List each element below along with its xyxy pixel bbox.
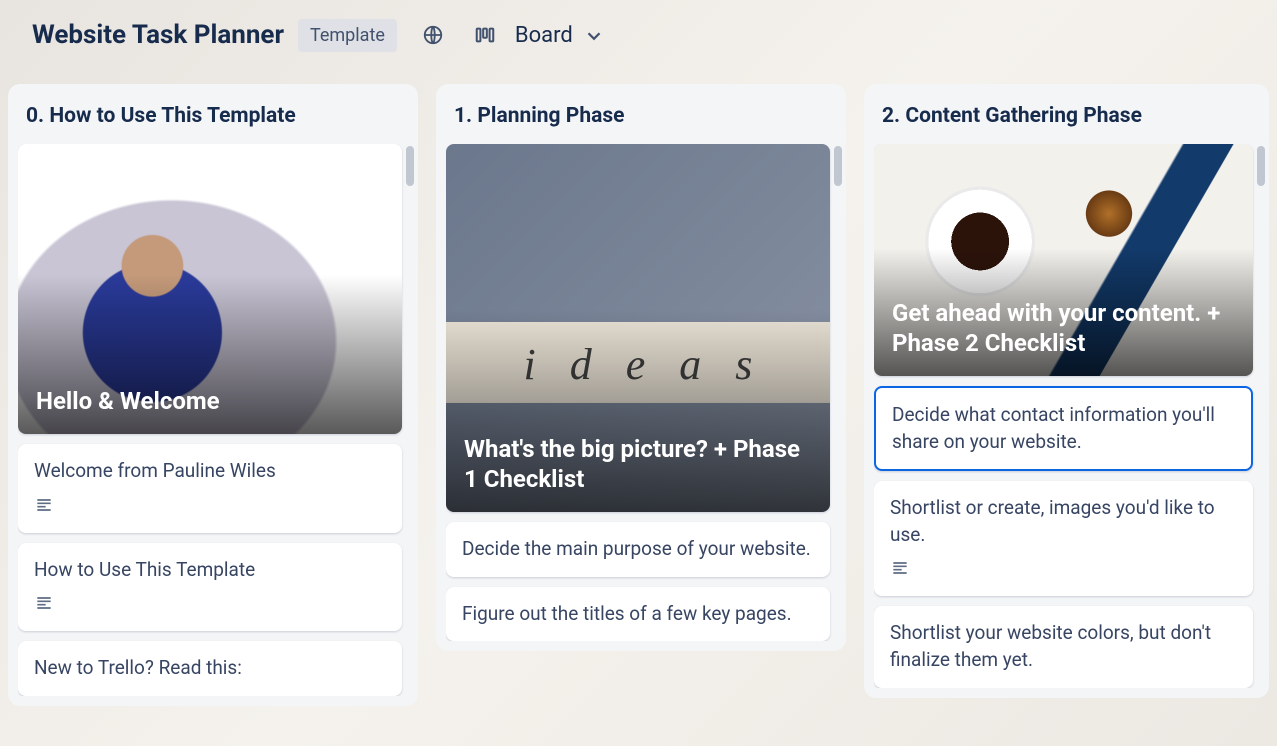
list-title[interactable]: 0. How to Use This Template (18, 98, 408, 144)
card-text: New to Trello? Read this: (34, 655, 386, 682)
card[interactable]: How to Use This Template (18, 543, 402, 632)
card[interactable]: Decide what contact information you'll s… (874, 386, 1253, 471)
cover-card-title: Get ahead with your content. + Phase 2 C… (874, 284, 1253, 376)
card-text: Decide what contact information you'll s… (892, 402, 1235, 455)
cover-card-title: What's the big picture? + Phase 1 Checkl… (446, 420, 830, 512)
globe-icon[interactable] (417, 19, 449, 51)
cover-card[interactable]: Get ahead with your content. + Phase 2 C… (874, 144, 1253, 376)
board-header: Website Task Planner Template Board (0, 0, 1277, 70)
description-icon (890, 558, 910, 582)
card[interactable]: Shortlist your website colors, but don't… (874, 606, 1253, 687)
card[interactable]: New to Trello? Read this: (18, 641, 402, 696)
card-text: Decide the main purpose of your website. (462, 536, 814, 563)
view-label: Board (515, 23, 573, 48)
description-icon (34, 495, 54, 519)
card-text: Shortlist or create, images you'd like t… (890, 495, 1237, 548)
cover-card[interactable]: ideas What's the big picture? + Phase 1 … (446, 144, 830, 512)
list-title[interactable]: 2. Content Gathering Phase (874, 98, 1259, 144)
template-badge[interactable]: Template (298, 19, 397, 52)
card[interactable]: Figure out the titles of a few key pages… (446, 587, 830, 642)
board-columns-icon (469, 19, 501, 51)
card[interactable]: Shortlist or create, images you'd like t… (874, 481, 1253, 596)
list-content-gathering: 2. Content Gathering Phase Get ahead wit… (864, 84, 1269, 698)
board-title[interactable]: Website Task Planner (32, 20, 284, 50)
description-icon (34, 593, 54, 617)
list-planning-phase: 1. Planning Phase ideas What's the big p… (436, 84, 846, 651)
board: 0. How to Use This Template Hello & Welc… (0, 70, 1277, 746)
card-text: How to Use This Template (34, 557, 386, 584)
card-text: Welcome from Pauline Wiles (34, 458, 386, 485)
list-cards: ideas What's the big picture? + Phase 1 … (446, 144, 836, 641)
card[interactable]: Welcome from Pauline Wiles (18, 444, 402, 533)
list-cards: Get ahead with your content. + Phase 2 C… (874, 144, 1259, 688)
card-text: Figure out the titles of a few key pages… (462, 601, 814, 628)
list-how-to-use: 0. How to Use This Template Hello & Welc… (8, 84, 418, 706)
cover-decorative-word: ideas (446, 339, 830, 390)
card-text: Shortlist your website colors, but don't… (890, 620, 1237, 673)
view-picker[interactable]: Board (515, 23, 603, 48)
chevron-down-icon (583, 25, 603, 45)
cover-card[interactable]: Hello & Welcome (18, 144, 402, 434)
card[interactable]: Decide the main purpose of your website. (446, 522, 830, 577)
cover-card-title: Hello & Welcome (18, 372, 238, 434)
list-cards: Hello & Welcome Welcome from Pauline Wil… (18, 144, 408, 696)
list-title[interactable]: 1. Planning Phase (446, 98, 836, 144)
